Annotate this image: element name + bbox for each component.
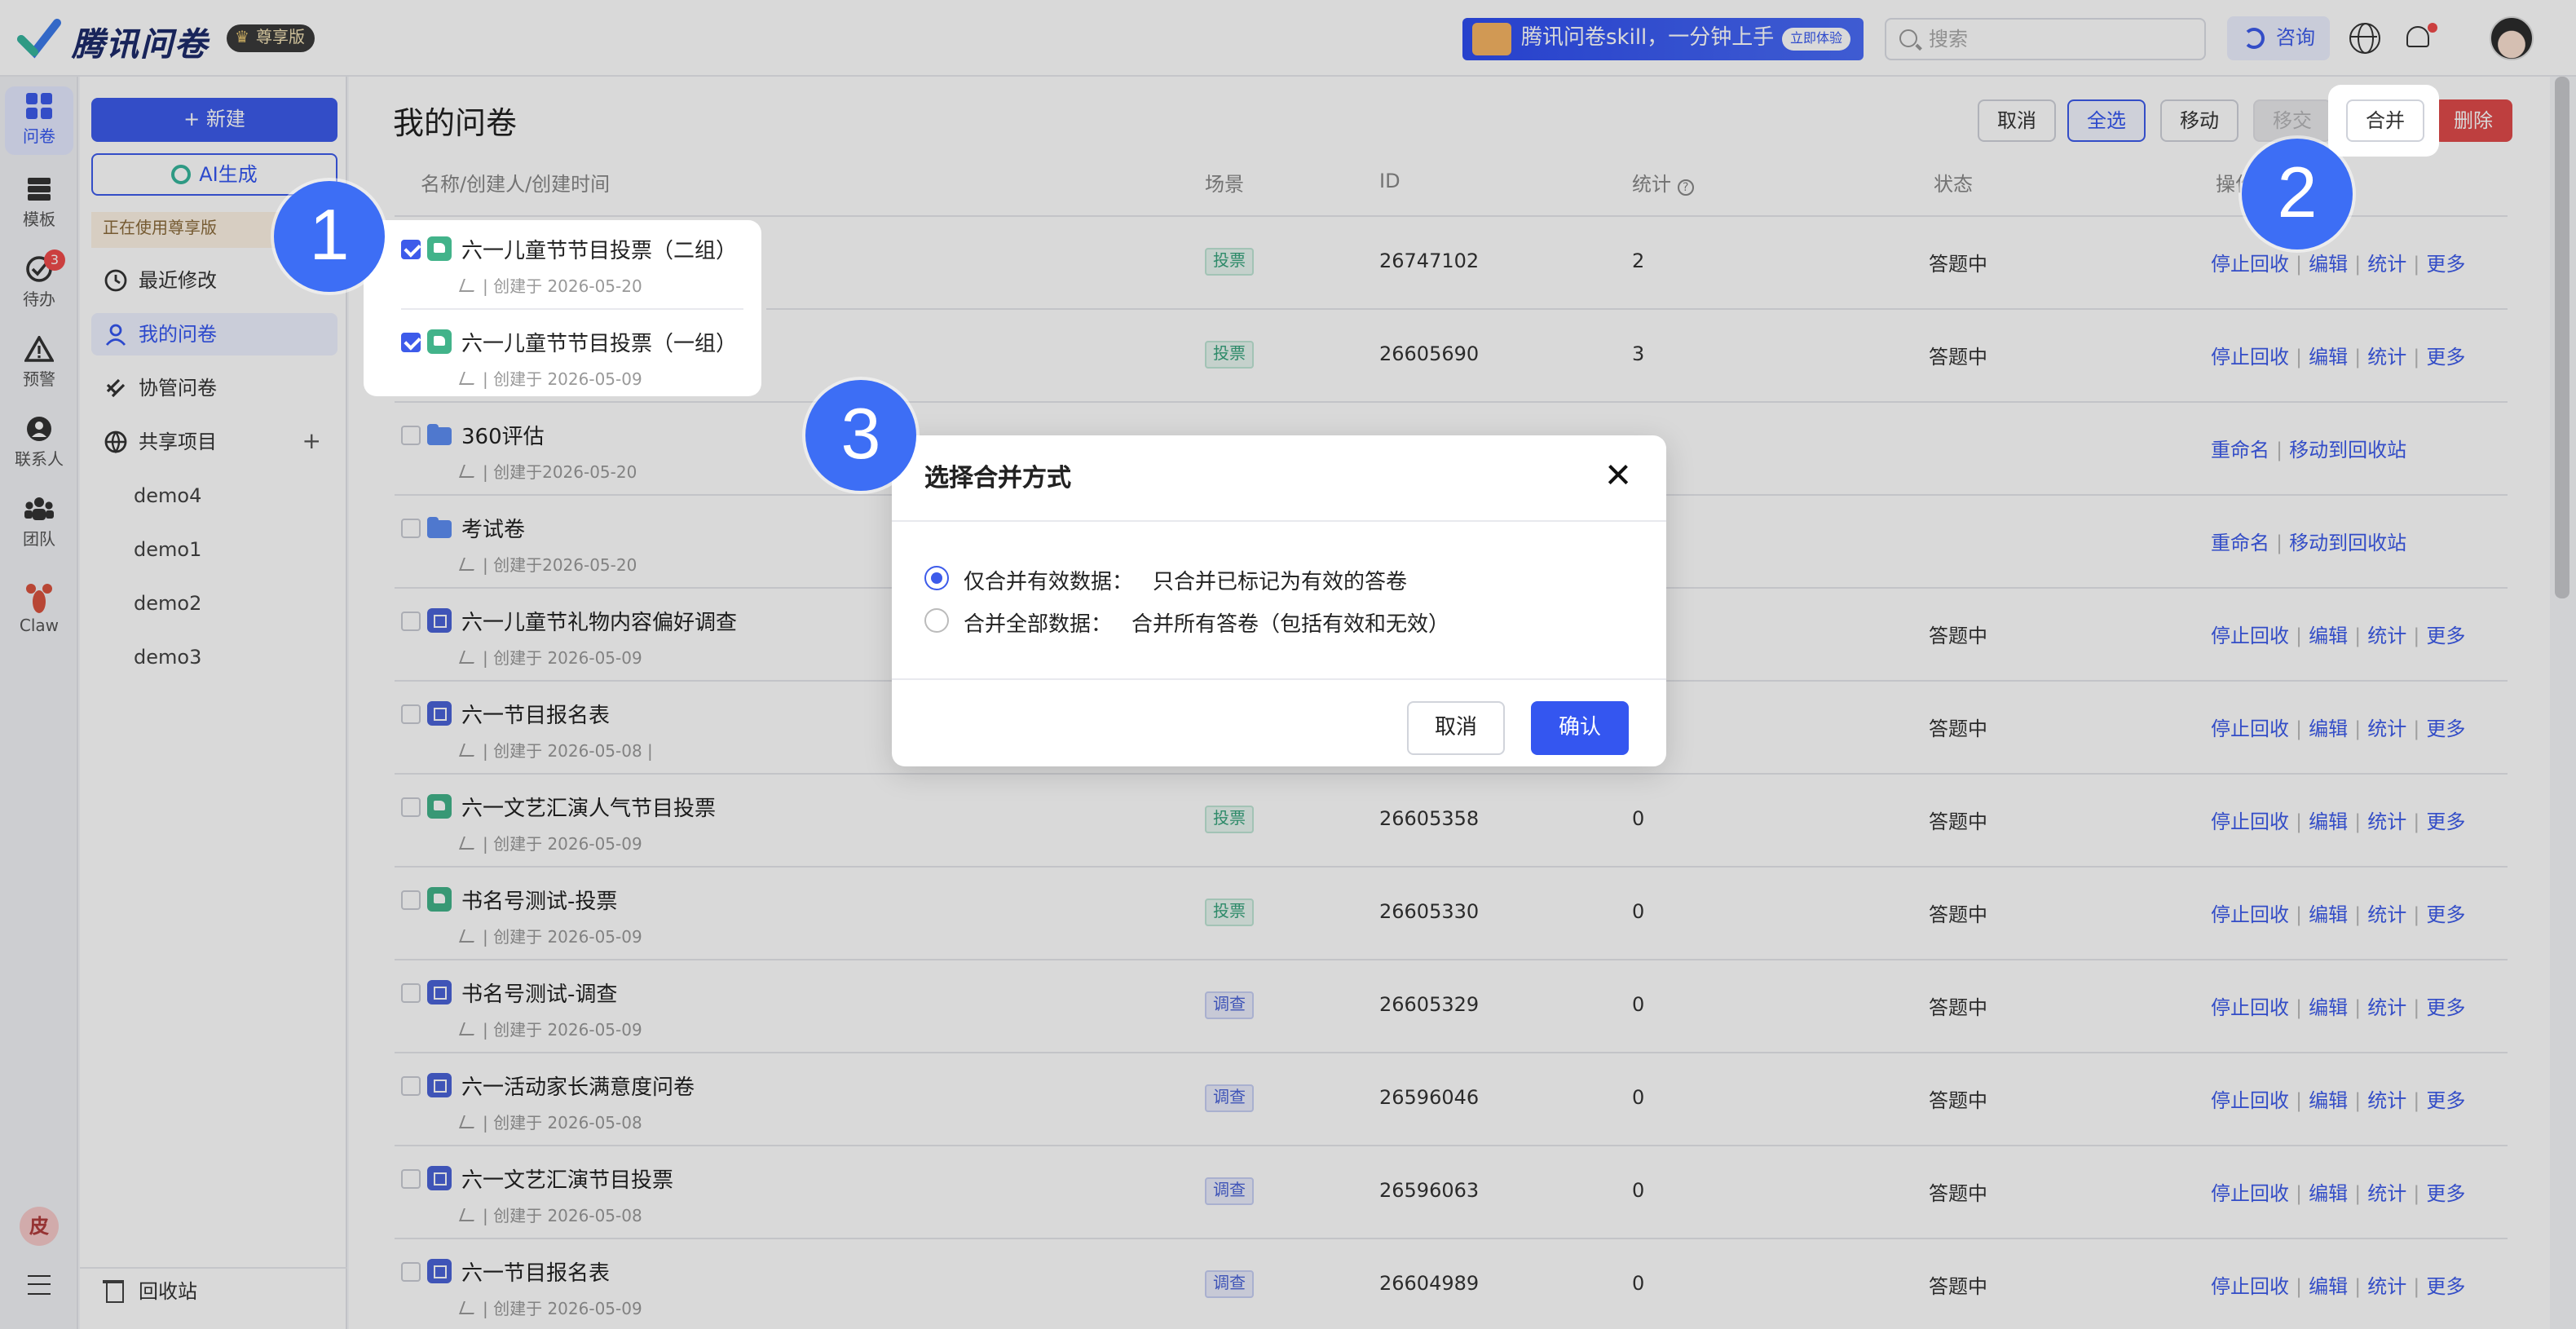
row-meta: | 创建于 2026-05-09 — [459, 365, 642, 390]
vote-icon — [427, 236, 452, 261]
creator-icon — [459, 372, 479, 385]
radio-all-data[interactable] — [924, 608, 949, 633]
created-date: | 创建于 2026-05-09 — [483, 372, 642, 390]
step-callout-3: 3 — [805, 380, 916, 491]
option-valid-only[interactable]: 仅合并有效数据： 只合并已标记为有效的答卷 — [964, 564, 1407, 595]
dialog-title: 选择合并方式 — [924, 463, 1072, 492]
option-desc: 只合并已标记为有效的答卷 — [1153, 571, 1408, 595]
row-title[interactable]: 六一儿童节节目投票（一组） — [461, 326, 737, 357]
dialog-confirm-button[interactable]: 确认 — [1531, 701, 1629, 755]
vote-icon — [427, 329, 452, 354]
option-label: 仅合并有效数据： — [964, 571, 1134, 595]
selection-divider — [401, 308, 743, 310]
option-desc: 合并所有答卷（包括有效和无效） — [1131, 613, 1450, 638]
row-checkbox[interactable] — [401, 240, 421, 259]
merge-button[interactable]: 合并 — [2346, 99, 2425, 142]
option-label: 合并全部数据： — [964, 613, 1113, 638]
creator-icon — [459, 279, 479, 292]
row-meta: | 创建于 2026-05-20 — [459, 272, 642, 297]
dialog-divider — [892, 678, 1666, 680]
created-date: | 创建于 2026-05-20 — [483, 279, 642, 297]
step-callout-2: 2 — [2242, 139, 2353, 249]
row-checkbox[interactable] — [401, 333, 421, 352]
close-icon[interactable] — [1604, 460, 1634, 489]
row-title[interactable]: 六一儿童节节目投票（二组） — [461, 233, 737, 264]
radio-valid-only[interactable] — [924, 566, 949, 590]
option-all-data[interactable]: 合并全部数据： 合并所有答卷（包括有效和无效） — [964, 607, 1449, 638]
dialog-divider — [892, 520, 1666, 522]
dialog-cancel-button[interactable]: 取消 — [1407, 701, 1505, 755]
step-callout-1: 1 — [274, 181, 385, 292]
